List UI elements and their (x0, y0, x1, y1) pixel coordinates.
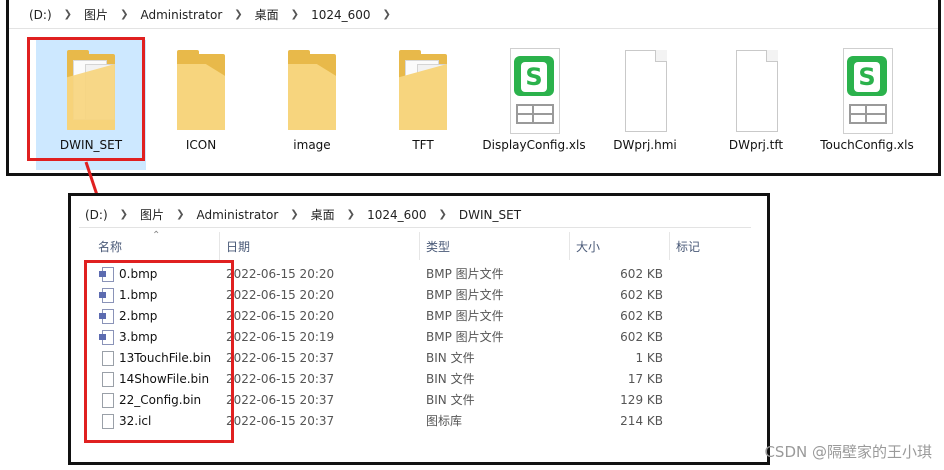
file-name: 1.bmp (119, 288, 158, 302)
file-icon (102, 372, 114, 387)
file-size: 602 KB (620, 330, 663, 344)
file-date: 2022-06-15 20:37 (226, 393, 335, 407)
column-divider[interactable] (219, 232, 220, 260)
breadcrumb-item[interactable]: DWIN_SET (455, 208, 525, 222)
file-name: 14ShowFile.bin (119, 372, 210, 386)
column-divider[interactable] (569, 232, 570, 260)
chevron-right-icon: ❯ (346, 209, 356, 220)
file-row[interactable]: 3.bmp 2022-06-15 20:19 BMP 图片文件 602 KB (99, 327, 699, 348)
file-size: 1 KB (635, 351, 663, 365)
file-size: 214 KB (620, 414, 663, 428)
file-name: 22_Config.bin (119, 393, 202, 407)
file-date: 2022-06-15 20:37 (226, 372, 335, 386)
breadcrumb-item[interactable]: Administrator (192, 208, 282, 222)
file-name: 13TouchFile.bin (119, 351, 212, 365)
breadcrumb-item[interactable]: 1024_600 (363, 208, 430, 222)
sort-ascending-icon: ⌃ (152, 230, 161, 241)
file-name: 0.bmp (119, 267, 158, 281)
file-size: 602 KB (620, 267, 663, 281)
column-header-tags[interactable]: 标记 (676, 238, 700, 255)
breadcrumb-item[interactable]: 桌面 (307, 206, 339, 223)
file-name: 2.bmp (119, 309, 158, 323)
watermark-text: CSDN @隔壁家的王小琪 (764, 443, 932, 461)
file-row[interactable]: 14ShowFile.bin 2022-06-15 20:37 BIN 文件 17 K… (99, 369, 699, 390)
file-icon (102, 414, 114, 429)
file-type: BMP 图片文件 (426, 309, 504, 323)
detail-breadcrumb[interactable]: (D:) ❯ 图片 ❯ Administrator ❯ 桌面 ❯ 1024_60… (81, 206, 525, 223)
file-type: BIN 文件 (426, 351, 475, 365)
breadcrumb-item[interactable]: 图片 (136, 206, 168, 223)
file-row[interactable]: 0.bmp 2022-06-15 20:20 BMP 图片文件 602 KB (99, 264, 699, 285)
file-date: 2022-06-15 20:37 (226, 414, 335, 428)
file-size: 602 KB (620, 309, 663, 323)
file-type: 图标库 (426, 414, 463, 428)
column-divider[interactable] (669, 232, 670, 260)
file-date: 2022-06-15 20:20 (226, 267, 335, 281)
chevron-right-icon: ❯ (290, 209, 299, 220)
column-header-name[interactable]: 名称 (98, 238, 122, 255)
image-file-icon (99, 288, 114, 303)
image-file-icon (99, 330, 114, 345)
file-size: 602 KB (620, 288, 663, 302)
column-header-size[interactable]: 大小 (576, 238, 600, 255)
chevron-right-icon: ❯ (119, 209, 129, 220)
file-row[interactable]: 1.bmp 2022-06-15 20:20 BMP 图片文件 602 KB (99, 285, 699, 306)
image-file-icon (99, 267, 114, 282)
file-row[interactable]: 2.bmp 2022-06-15 20:20 BMP 图片文件 602 KB (99, 306, 699, 327)
column-divider[interactable] (419, 232, 420, 260)
file-size: 17 KB (627, 372, 663, 386)
file-type: BMP 图片文件 (426, 267, 504, 281)
file-row[interactable]: 22_Config.bin 2022-06-15 20:37 BIN 文件 129 K… (99, 390, 699, 411)
file-icon (102, 351, 114, 366)
file-name: 32.icl (119, 414, 152, 428)
breadcrumb-item[interactable]: (D:) (81, 208, 112, 222)
file-icon (102, 393, 114, 408)
address-divider (79, 227, 751, 228)
column-header-type[interactable]: 类型 (426, 238, 450, 255)
file-type: BMP 图片文件 (426, 288, 504, 302)
file-date: 2022-06-15 20:20 (226, 288, 335, 302)
file-date: 2022-06-15 20:20 (226, 309, 335, 323)
chevron-right-icon: ❯ (438, 209, 447, 220)
file-date: 2022-06-15 20:19 (226, 330, 335, 344)
file-type: BMP 图片文件 (426, 330, 504, 344)
file-type: BIN 文件 (426, 372, 475, 386)
file-size: 129 KB (620, 393, 663, 407)
file-name: 3.bmp (119, 330, 158, 344)
chevron-right-icon: ❯ (176, 209, 185, 220)
detail-explorer-window: (D:) ❯ 图片 ❯ Administrator ❯ 桌面 ❯ 1024_60… (68, 193, 770, 465)
column-header-date[interactable]: 日期 (226, 238, 250, 255)
file-row[interactable]: 13TouchFile.bin 2022-06-15 20:37 BIN 文件 1 K… (99, 348, 699, 369)
file-date: 2022-06-15 20:37 (226, 351, 335, 365)
file-row[interactable]: 32.icl 2022-06-15 20:37 图标库 214 KB (99, 411, 699, 432)
image-file-icon (99, 309, 114, 324)
file-type: BIN 文件 (426, 393, 475, 407)
